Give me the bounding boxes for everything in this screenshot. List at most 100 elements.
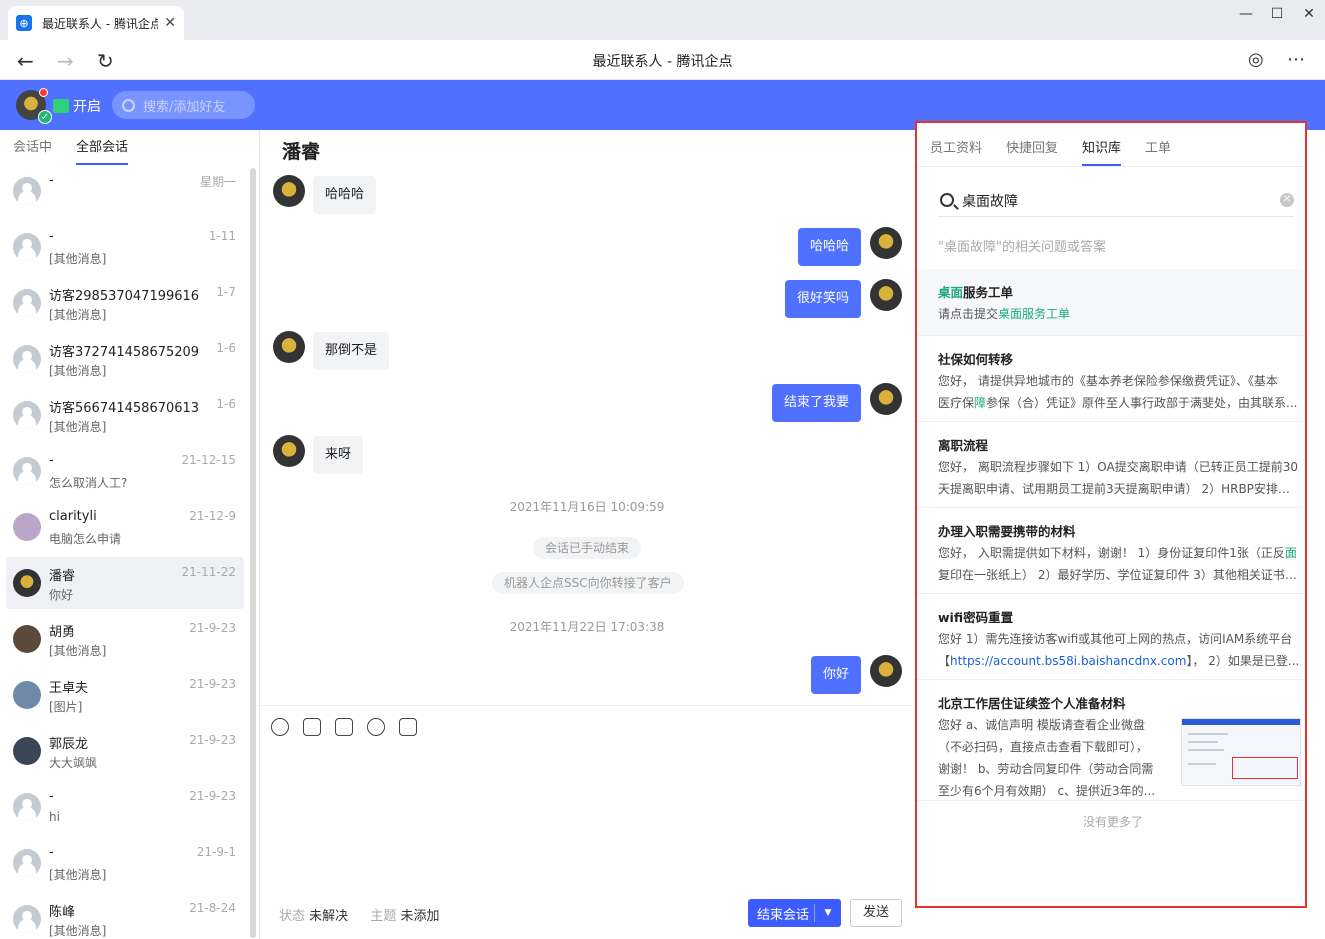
browser-tab[interactable]: ⊕ 最近联系人 - 腾讯企点 ✕ <box>8 6 184 40</box>
conversation-item[interactable]: - 1-11 [其他消息] <box>6 221 244 273</box>
item-desc: 谢谢！ b、劳动合同复印件（劳动合同需 <box>938 762 1154 776</box>
tab-active-sessions[interactable]: 会话中 <box>13 130 52 165</box>
my-avatar[interactable]: ✓ <box>16 88 52 124</box>
message-bubble-out: 结束了我要 <box>771 384 861 422</box>
conversation-time: 1-11 <box>208 229 236 243</box>
conversation-preview: [其他消息] <box>49 308 107 322</box>
conversation-preview: 你好 <box>49 588 74 602</box>
minimize-icon[interactable]: — <box>1231 6 1261 22</box>
conversation-item[interactable]: 胡勇 21-9-23 [其他消息] <box>6 613 244 665</box>
browser-extension-icon[interactable]: ◎ <box>1248 49 1264 70</box>
chat-pane: 潘睿 哈哈哈 哈哈哈 很好笑吗 那倒不是 结束了我要 来呀 2021年11月16… <box>261 130 913 939</box>
notification-dot-icon <box>39 88 48 97</box>
page-title: 最近联系人 - 腾讯企点 <box>592 54 733 70</box>
contact-avatar[interactable] <box>273 435 305 467</box>
my-message-avatar[interactable] <box>870 227 902 259</box>
clear-icon[interactable]: ✕ <box>1280 193 1294 207</box>
knowledge-search: ✕ <box>938 189 1294 217</box>
close-tab-icon[interactable]: ✕ <box>164 15 176 31</box>
conversation-time: 21-12-15 <box>181 453 236 467</box>
search-placeholder: 搜索/添加好友 <box>143 99 226 115</box>
knowledge-item[interactable]: 离职流程 您好， 离职流程步骤如下 1）OA提交离职申请（已转正员工提前30 天… <box>917 422 1305 508</box>
knowledge-item[interactable]: 社保如何转移 您好， 请提供异地城市的《基本养老保险参保缴费凭证》、《基本 医疗… <box>917 336 1305 422</box>
conversation-avatar <box>13 625 41 653</box>
knowledge-item[interactable]: 北京工作居住证续签个人准备材料 您好 a、诚信声明 模版请查看企业微盘 （不必扫… <box>917 680 1305 801</box>
desc-highlight: 障 <box>974 396 987 410</box>
item-desc: 至少有6个月有效期） c、提供近3年的... <box>938 784 1156 798</box>
knowledge-item[interactable]: 桌面服务工单 请点击提交桌面服务工单 <box>917 269 1305 336</box>
conversation-name: - <box>49 453 54 468</box>
conversation-avatar <box>13 737 41 765</box>
online-check-icon: ✓ <box>38 110 52 124</box>
message-bubble-in: 那倒不是 <box>313 332 390 370</box>
topic-value[interactable]: 未添加 <box>400 909 439 924</box>
contact-card-icon[interactable] <box>399 718 417 736</box>
knowledge-item[interactable]: wifi密码重置 您好 1）需先连接访客wifi或其他可上网的热点，访问IAM系… <box>917 594 1305 680</box>
no-more-label: 没有更多了 <box>1082 815 1143 829</box>
browser-toolbar: ← → ↻ 最近联系人 - 腾讯企点 ◎ ⋯ <box>0 40 1325 80</box>
image-icon[interactable] <box>303 718 321 736</box>
desc-highlight: 面 <box>1284 546 1297 560</box>
conversation-item[interactable]: - 21-12-15 怎么取消人工? <box>6 445 244 497</box>
conversation-item[interactable]: 访客372741458675209 1-6 [其他消息] <box>6 333 244 385</box>
conversation-preview: [其他消息] <box>49 252 107 266</box>
conversation-time: 21-11-22 <box>181 565 236 579</box>
tab-knowledge-base[interactable]: 知识库 <box>1082 137 1122 166</box>
conversation-item[interactable]: 陈峰 21-8-24 [其他消息] <box>6 893 244 939</box>
conversation-name: 王卓夫 <box>49 681 89 696</box>
knowledge-search-input[interactable] <box>962 189 1262 213</box>
conversation-name: clarityli <box>49 509 97 524</box>
item-desc: 【 <box>938 654 951 668</box>
service-status-toggle[interactable]: 开启 <box>53 96 101 116</box>
conversation-avatar <box>13 681 41 709</box>
knowledge-item[interactable]: 办理入职需要携带的材料 您好， 入职需提供如下材料，谢谢！ 1）身份证复印件1张… <box>917 508 1305 594</box>
contact-avatar[interactable] <box>273 175 305 207</box>
tab-all-sessions[interactable]: 全部会话 <box>76 130 129 165</box>
more-menu-icon[interactable]: ⋯ <box>1287 49 1305 70</box>
search-add-friend-input[interactable]: 搜索/添加好友 <box>112 91 255 119</box>
conversation-item[interactable]: clarityli 21-12-9 电脑怎么申请 <box>6 501 244 553</box>
end-session-button[interactable]: 结束会话 ▼ <box>748 899 841 927</box>
conversation-name: 访客298537047199616 <box>49 289 200 304</box>
conversation-preview: [其他消息] <box>49 868 107 882</box>
message-timestamp: 2021年11月16日 10:09:59 <box>509 500 665 514</box>
conversation-item[interactable]: 潘睿 21-11-22 你好 <box>6 557 244 609</box>
session-status: 状态 未解决 主题 未添加 <box>279 905 457 924</box>
maximize-icon[interactable]: ☐ <box>1262 6 1292 22</box>
conversation-preview: 怎么取消人工? <box>49 476 128 490</box>
contact-avatar[interactable] <box>273 331 305 363</box>
tab-quick-reply[interactable]: 快捷回复 <box>1006 137 1058 166</box>
chevron-down-icon[interactable]: ▼ <box>815 908 841 918</box>
status-value[interactable]: 未解决 <box>309 909 348 924</box>
conversation-time: 21-9-23 <box>189 621 236 635</box>
message-bubble-out: 哈哈哈 <box>797 228 861 266</box>
add-contact-icon[interactable] <box>367 718 385 736</box>
browser-tab-bar: ⊕ 最近联系人 - 腾讯企点 ✕ — ☐ ✕ <box>0 0 1325 40</box>
conversation-time: 21-9-23 <box>189 677 236 691</box>
my-message-avatar[interactable] <box>870 279 902 311</box>
conversation-item[interactable]: - 星期一 <box>6 165 244 217</box>
send-button[interactable]: 发送 <box>850 899 902 927</box>
my-message-avatar[interactable] <box>870 383 902 415</box>
item-desc: 您好， 离职流程步骤如下 1）OA提交离职申请（已转正员工提前30 <box>938 460 1298 474</box>
conversation-item[interactable]: 访客566741458670613 1-6 [其他消息] <box>6 389 244 441</box>
item-thumbnail[interactable] <box>1181 718 1301 786</box>
my-message-avatar[interactable] <box>870 655 902 687</box>
conversation-item[interactable]: - 21-9-1 [其他消息] <box>6 837 244 889</box>
close-window-icon[interactable]: ✕ <box>1294 6 1324 22</box>
conversation-time: 1-6 <box>216 397 236 411</box>
conversation-item[interactable]: 王卓夫 21-9-23 [图片] <box>6 669 244 721</box>
item-desc: 参保（合）凭证》原件至人事行政部于满斐处，由其联系... <box>986 396 1298 410</box>
tab-ticket[interactable]: 工单 <box>1145 137 1171 166</box>
emoji-icon[interactable] <box>271 718 289 736</box>
conversation-item[interactable]: 郭辰龙 21-9-23 大大飒飒 <box>6 725 244 777</box>
conversation-item[interactable]: - 21-9-23 hi <box>6 781 244 833</box>
conversation-list-scrollbar[interactable] <box>250 168 256 938</box>
folder-icon[interactable] <box>335 718 353 736</box>
tab-employee-info[interactable]: 员工资料 <box>930 137 982 166</box>
item-desc: 您好 1）需先连接访客wifi或其他可上网的热点，访问IAM系统平台 <box>938 632 1293 646</box>
conversation-avatar <box>13 401 41 429</box>
conversation-item[interactable]: 访客298537047199616 1-7 [其他消息] <box>6 277 244 329</box>
conversation-time: 21-9-23 <box>189 733 236 747</box>
item-link[interactable]: https://account.bs58i.baishancdnx.com <box>950 654 1186 668</box>
